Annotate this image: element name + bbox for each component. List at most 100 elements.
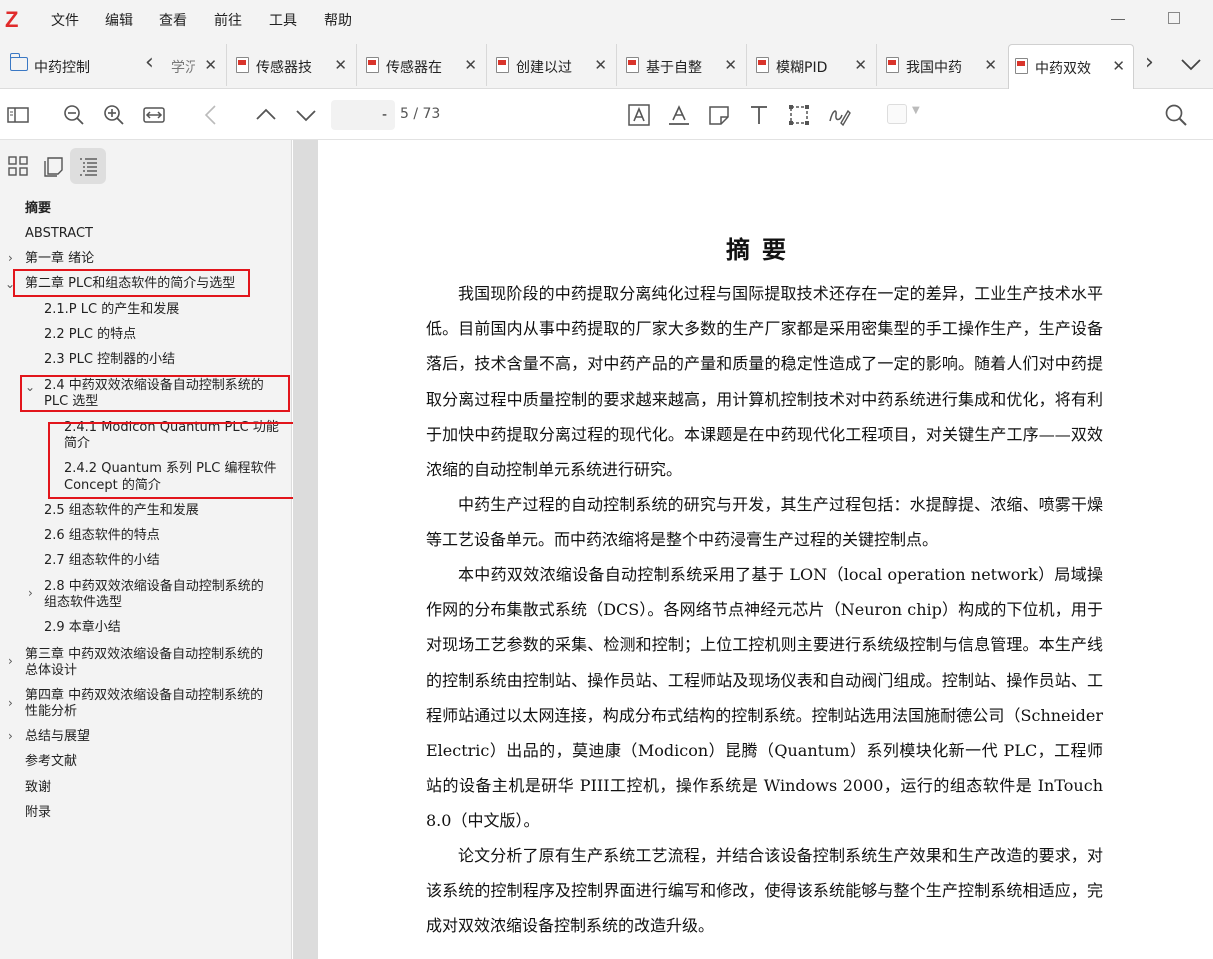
tab-item[interactable]: 创建以过 ✕ (490, 44, 615, 86)
chevron-right-icon[interactable]: › (28, 586, 33, 600)
folder-icon (10, 53, 28, 71)
next-page-icon[interactable] (294, 103, 318, 127)
menu-tools[interactable]: 工具 (269, 10, 297, 30)
menu-file[interactable]: 文件 (51, 10, 79, 30)
toc-item[interactable]: 2.8 中药双效浓缩设备自动控制系统的 (44, 579, 264, 595)
search-icon[interactable] (1164, 103, 1188, 127)
chevron-right-icon[interactable]: › (8, 729, 13, 743)
toc-item[interactable]: 总结与展望 (25, 729, 90, 745)
close-icon[interactable]: ✕ (724, 56, 737, 74)
toc-item-continued[interactable]: 组态软件选型 (44, 595, 122, 611)
document-viewer[interactable]: 摘要 我国现阶段的中药提取分离纯化过程与国际提取技术还存在一定的差异，工业生产技… (293, 140, 1213, 959)
tab-label: 传感器在 (386, 60, 442, 76)
color-picker-chevron-down-icon[interactable]: ▼ (912, 105, 920, 116)
underline-text-icon[interactable] (667, 103, 691, 127)
tab-bar: 中药控制 ‹ 学沉 ✕ 传感器技 ✕ 传感器在 ✕ 创建以过 ✕ 基于自整 ✕ … (0, 40, 1213, 89)
toc-item[interactable]: 2.5 组态软件的产生和发展 (44, 503, 199, 519)
toc-item[interactable]: 第四章 中药双效浓缩设备自动控制系统的 (25, 688, 263, 704)
toc-item[interactable]: 2.2 PLC 的特点 (44, 327, 136, 343)
pdf-icon (626, 57, 639, 73)
toc-item-continued[interactable]: 性能分析 (25, 704, 77, 720)
menu-edit[interactable]: 编辑 (105, 10, 133, 30)
maximize-button[interactable] (1164, 8, 1184, 28)
close-icon[interactable]: ✕ (1112, 57, 1125, 75)
toc-item[interactable]: 第三章 中药双效浓缩设备自动控制系统的 (25, 647, 263, 663)
zotero-logo: Z (5, 7, 19, 32)
chevron-right-icon[interactable]: › (8, 251, 13, 265)
thumbnails-view-tab[interactable] (0, 148, 36, 184)
page-title: 摘要 (726, 235, 798, 264)
tab-item[interactable]: 模糊PID ✕ (750, 44, 875, 86)
menu-help[interactable]: 帮助 (324, 10, 352, 30)
toc-item[interactable]: 摘要 (25, 201, 51, 217)
add-note-icon[interactable] (707, 103, 731, 127)
tab-item[interactable]: 我国中药 ✕ (880, 44, 1005, 86)
tab-item-active[interactable]: 中药双效 ✕ (1008, 44, 1134, 89)
highlight-box (13, 269, 250, 297)
toc-item[interactable]: 附录 (25, 805, 51, 821)
toc-item[interactable]: 2.7 组态软件的小结 (44, 553, 160, 569)
tab-label: 基于自整 (646, 60, 702, 76)
sidebar: 摘要 ABSTRACT › 第一章 绪论 ⌄ 第二章 PLC和组态软件的简介与选… (0, 140, 295, 959)
previous-page-icon[interactable] (254, 103, 278, 127)
tab-label: 学沉 (171, 60, 195, 76)
chevron-right-icon[interactable]: › (8, 654, 13, 668)
close-icon[interactable]: ✕ (984, 56, 997, 74)
tab-item[interactable]: 传感器技 ✕ (230, 44, 355, 86)
library-tab[interactable]: 中药控制 (0, 44, 136, 86)
tab-label: 模糊PID (776, 60, 828, 76)
tabs-scroll-right-icon[interactable]: › (1145, 50, 1154, 75)
toc-item[interactable]: 参考文献 (25, 754, 77, 770)
toggle-sidebar-icon[interactable] (6, 103, 30, 127)
toc-item[interactable]: ABSTRACT (25, 226, 93, 242)
zoom-out-icon[interactable] (62, 103, 86, 127)
pdf-icon (1015, 58, 1028, 74)
close-icon[interactable]: ✕ (334, 56, 347, 74)
annotation-color-picker[interactable] (887, 104, 907, 124)
tabs-scroll-left-icon[interactable]: ‹ (145, 50, 154, 75)
library-tab-label: 中药控制 (34, 60, 90, 76)
chevron-right-icon[interactable]: › (8, 696, 13, 710)
annotations-view-tab[interactable] (35, 148, 71, 184)
close-icon[interactable]: ✕ (464, 56, 477, 74)
close-icon[interactable]: ✕ (594, 56, 607, 74)
toc-item[interactable]: 2.3 PLC 控制器的小结 (44, 352, 175, 368)
fit-width-icon[interactable] (142, 103, 166, 127)
abstract-paragraph: 我国现阶段的中药提取分离纯化过程与国际提取技术还存在一定的差异，工业生产技术水平… (426, 284, 1103, 480)
highlight-box (20, 375, 290, 412)
toc-item[interactable]: 第一章 绪论 (25, 251, 94, 267)
abstract-paragraph: 论文分析了原有生产系统工艺流程，并结合该设备控制系统生产效果和生产改造的要求，对… (426, 846, 1103, 936)
minimize-button[interactable] (1108, 8, 1128, 28)
toc-item-continued[interactable]: 总体设计 (25, 663, 77, 679)
back-arrow-icon[interactable] (200, 103, 224, 127)
toc-item[interactable]: 2.9 本章小结 (44, 620, 121, 636)
draw-ink-icon[interactable] (827, 103, 851, 127)
close-icon[interactable]: ✕ (854, 56, 867, 74)
page-count: 5 / 73 (400, 106, 441, 122)
menu-bar: Z 文件 编辑 查看 前往 工具 帮助 (0, 0, 1213, 40)
tab-label: 创建以过 (516, 60, 572, 76)
zoom-in-icon[interactable] (102, 103, 126, 127)
tabs-list-chevron-down-icon[interactable] (1180, 58, 1202, 72)
pdf-icon (366, 57, 379, 73)
outline-view-tab[interactable] (70, 148, 106, 184)
pdf-page: 摘要 我国现阶段的中药提取分离纯化过程与国际提取技术还存在一定的差异，工业生产技… (318, 140, 1213, 959)
abstract-paragraph: 中药生产过程的自动控制系统的研究与开发，其生产过程包括：水提醇提、浓缩、喷雾干燥… (426, 495, 1103, 550)
toc-item[interactable]: 2.6 组态软件的特点 (44, 528, 160, 544)
page-number-input[interactable] (331, 100, 395, 130)
tab-label: 中药双效 (1035, 61, 1091, 77)
pdf-icon (496, 57, 509, 73)
tab-label: 我国中药 (906, 60, 962, 76)
menu-view[interactable]: 查看 (159, 10, 187, 30)
tab-item[interactable]: 学沉 ✕ (165, 44, 225, 86)
menu-go[interactable]: 前往 (214, 10, 242, 30)
toc-item[interactable]: 致谢 (25, 780, 51, 796)
toc-item[interactable]: 2.1.P LC 的产生和发展 (44, 302, 179, 318)
highlight-text-icon[interactable] (627, 103, 651, 127)
add-text-icon[interactable] (747, 103, 771, 127)
tab-item[interactable]: 传感器在 ✕ (360, 44, 485, 86)
tab-item[interactable]: 基于自整 ✕ (620, 44, 745, 86)
close-icon[interactable]: ✕ (204, 56, 217, 74)
select-area-icon[interactable] (787, 103, 811, 127)
highlight-box (48, 422, 295, 499)
